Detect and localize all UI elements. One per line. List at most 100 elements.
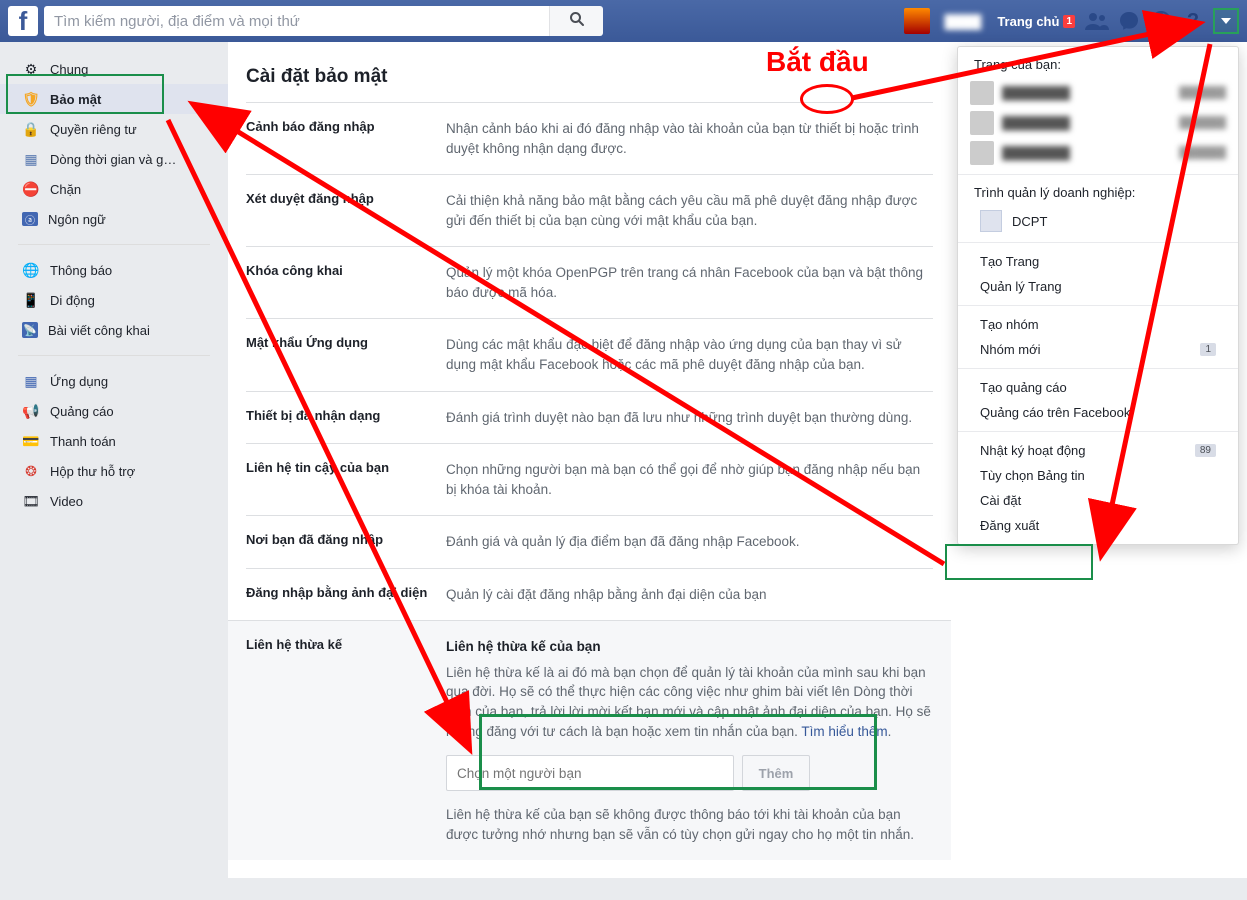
messenger-icon[interactable] (1115, 7, 1143, 35)
sidebar-item-followers[interactable]: 📡 Bài viết công khai (0, 315, 228, 345)
search-wrap (44, 6, 603, 36)
dropdown-item[interactable]: Đăng xuất (958, 513, 1238, 538)
language-icon: ⓐ (22, 212, 38, 226)
dropdown-item[interactable]: Tạo quảng cáo (958, 375, 1238, 400)
legacy-desc: Liên hệ thừa kế là ai đó mà bạn chọn để … (446, 663, 933, 741)
rss-icon: 📡 (22, 322, 38, 338)
legacy-contact-section: Liên hệ thừa kế Liên hệ thừa kế của bạn … (228, 620, 951, 860)
settings-row[interactable]: Xét duyệt đăng nhậpCải thiện khả năng bả… (246, 174, 933, 246)
sidebar-item-mobile[interactable]: 📱Di động (0, 285, 228, 315)
home-link[interactable]: Trang chủ 1 (991, 14, 1081, 29)
sidebar-item-timeline[interactable]: ▦Dòng thời gian và g… (0, 144, 228, 174)
dropdown-item[interactable]: Tạo nhóm (958, 312, 1238, 337)
section-body: Đánh giá và quản lý địa điểm bạn đã đăng… (446, 532, 933, 552)
sidebar-label: Bài viết công khai (48, 323, 150, 338)
dd-biz-item[interactable]: DCPT (958, 206, 1238, 236)
page-thumb (970, 81, 994, 105)
chevron-down-icon (1221, 18, 1231, 24)
facebook-logo[interactable]: f (8, 6, 38, 36)
section-body: Quản lý một khóa OpenPGP trên trang cá n… (446, 263, 933, 302)
lifesaver-icon: ❂ (22, 462, 40, 480)
sidebar-item-apps[interactable]: ▦ Ứng dụng (0, 366, 228, 396)
dropdown-item[interactable]: Cài đặt (958, 488, 1238, 513)
settings-row[interactable]: Đăng nhập bằng ảnh đại diệnQuản lý cài đ… (246, 568, 933, 621)
sidebar-label: Thanh toán (50, 434, 116, 449)
grid-icon: ▦ (22, 150, 40, 168)
sidebar-label: Video (50, 494, 83, 509)
sidebar-item-blocking[interactable]: ⛔ Chặn (0, 174, 228, 204)
search-input[interactable] (44, 6, 549, 36)
biz-name: DCPT (1012, 214, 1047, 229)
friends-icon[interactable] (1083, 7, 1111, 35)
page-title: Cài đặt bảo mật (246, 60, 933, 102)
dropdown-item[interactable]: Quản lý Trang (958, 274, 1238, 299)
sidebar-item-payments[interactable]: 💳 Thanh toán (0, 426, 228, 456)
divider (18, 355, 210, 356)
settings-row[interactable]: Nơi bạn đã đăng nhậpĐánh giá và quản lý … (246, 515, 933, 568)
megaphone-icon: 📢 (22, 402, 40, 420)
section-body: Chọn những người bạn mà bạn có thể gọi đ… (446, 460, 933, 499)
dd-page-item[interactable]: ██████████████ (970, 138, 1226, 168)
dd-page-item[interactable]: ██████████████ (970, 108, 1226, 138)
sidebar-item-security[interactable]: 🛡Bảo mật (0, 84, 228, 114)
settings-sidebar: ⚙Chung 🛡Bảo mật 🔒Quyền riêng tư ▦Dòng th… (0, 42, 228, 878)
sidebar-item-notifications[interactable]: 🌐Thông báo (0, 255, 228, 285)
sidebar-label: Chung (50, 62, 88, 77)
section-body: Nhận cảnh báo khi ai đó đăng nhập vào tà… (446, 119, 933, 158)
page-thumb (970, 111, 994, 135)
dropdown-item[interactable]: Tạo Trang (958, 249, 1238, 274)
sidebar-item-language[interactable]: ⓐNgôn ngữ (0, 204, 228, 234)
sidebar-item-general[interactable]: ⚙Chung (0, 54, 228, 84)
block-icon: ⛔ (22, 180, 40, 198)
apps-icon: ▦ (22, 372, 40, 390)
dropdown-item[interactable]: Quảng cáo trên Facebook (958, 400, 1238, 425)
count-badge: 1 (1200, 343, 1216, 356)
help-icon[interactable]: ? (1179, 7, 1207, 35)
sidebar-item-support[interactable]: ❂Hộp thư hỗ trợ (0, 456, 228, 486)
sidebar-label: Quyền riêng tư (50, 122, 137, 137)
section-body: Quản lý cài đặt đăng nhập bằng ảnh đại d… (446, 585, 933, 605)
dropdown-item[interactable]: Tùy chọn Bảng tin (958, 463, 1238, 488)
search-icon (569, 14, 585, 31)
sidebar-item-ads[interactable]: 📢 Quảng cáo (0, 396, 228, 426)
settings-row[interactable]: Liên hệ tin cậy của bạnChọn những người … (246, 443, 933, 515)
dd-page-item[interactable]: ██████████████ (970, 78, 1226, 108)
settings-row[interactable]: Mật khẩu Ứng dụngDùng các mật khẩu đặc b… (246, 318, 933, 390)
home-label: Trang chủ (997, 14, 1059, 29)
search-button[interactable] (549, 6, 603, 36)
sidebar-label: Ứng dụng (50, 374, 108, 389)
globe-icon[interactable] (1147, 7, 1175, 35)
add-button[interactable]: Thêm (742, 755, 810, 791)
settings-row[interactable]: Khóa công khaiQuản lý một khóa OpenPGP t… (246, 246, 933, 318)
divider (18, 244, 210, 245)
sidebar-item-videos[interactable]: 🎞Video (0, 486, 228, 516)
profile-thumb[interactable] (904, 8, 930, 34)
legacy-friend-input[interactable] (446, 755, 734, 791)
count-badge: 89 (1195, 444, 1216, 457)
home-badge: 1 (1063, 15, 1075, 28)
sidebar-label: Quảng cáo (50, 404, 114, 419)
sidebar-item-privacy[interactable]: 🔒Quyền riêng tư (0, 114, 228, 144)
settings-row[interactable]: Thiết bị đã nhận dạngĐánh giá trình duyệ… (246, 391, 933, 444)
card-icon: 💳 (22, 432, 40, 450)
dropdown-item[interactable]: Nhóm mới1 (958, 337, 1238, 362)
profile-name[interactable]: ████ (934, 14, 991, 29)
section-label: Khóa công khai (246, 263, 446, 302)
topbar: f ████ Trang chủ 1 ? (0, 0, 1247, 42)
section-label: Thiết bị đã nhận dạng (246, 408, 446, 428)
settings-row[interactable]: Cảnh báo đăng nhậpNhận cảnh báo khi ai đ… (246, 102, 933, 174)
section-label: Nơi bạn đã đăng nhập (246, 532, 446, 552)
biz-thumb (980, 210, 1002, 232)
section-label: Liên hệ thừa kế (246, 637, 446, 844)
section-label: Mật khẩu Ứng dụng (246, 335, 446, 374)
dropdown-item[interactable]: Nhật ký hoạt động89 (958, 438, 1238, 463)
page-thumb (970, 141, 994, 165)
sidebar-label: Chặn (50, 182, 81, 197)
section-label: Liên hệ tin cậy của bạn (246, 460, 446, 499)
section-body: Đánh giá trình duyệt nào bạn đã lưu như … (446, 408, 933, 428)
account-dropdown-toggle[interactable] (1213, 8, 1239, 34)
sidebar-label: Di động (50, 293, 95, 308)
dd-pages-heading: Trang của bạn: (958, 53, 1238, 78)
learn-more-link[interactable]: Tìm hiểu thêm (801, 724, 887, 739)
section-label: Đăng nhập bằng ảnh đại diện (246, 585, 446, 605)
